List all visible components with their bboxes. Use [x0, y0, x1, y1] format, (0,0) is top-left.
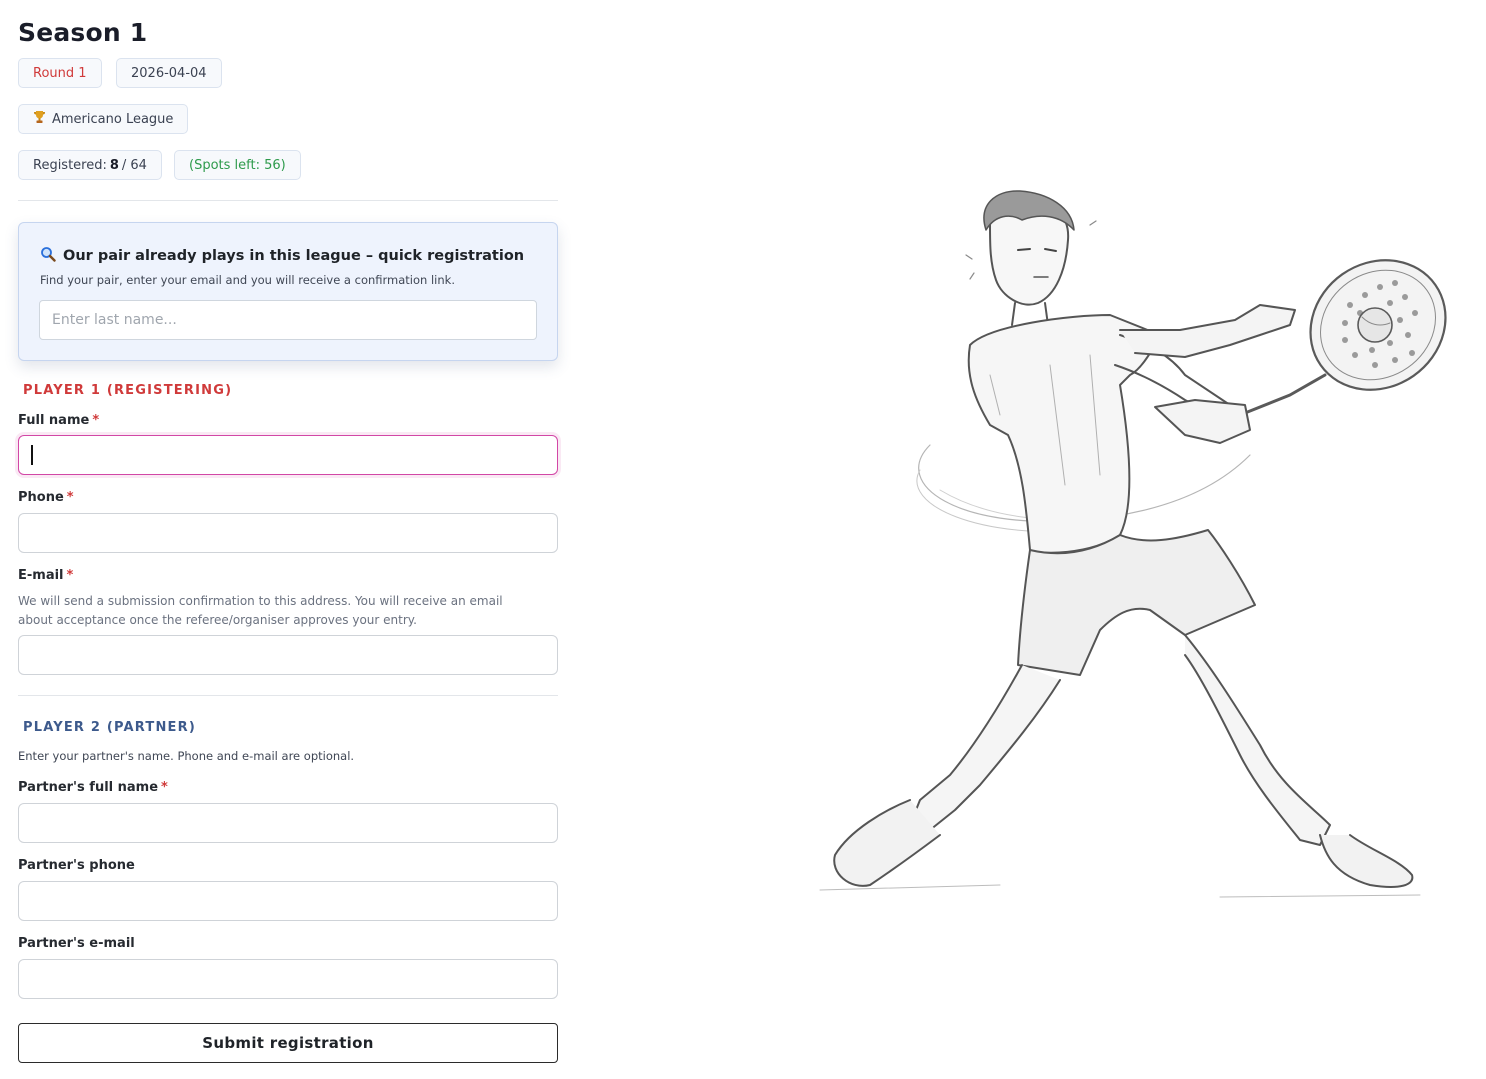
registered-count-badge: Registered: 8 / 64 — [18, 150, 162, 180]
full-name-input[interactable] — [18, 435, 558, 475]
quick-registration-card: Our pair already plays in this league – … — [18, 222, 558, 361]
page-title: Season 1 — [18, 18, 148, 47]
divider — [18, 695, 558, 696]
email-help-text: We will send a submission confirmation t… — [18, 594, 503, 627]
phone-label: Phone * — [18, 490, 74, 505]
player1-heading: PLAYER 1 (REGISTERING) — [23, 383, 233, 398]
last-name-search-input[interactable] — [39, 300, 537, 340]
email-label: E-mail * — [18, 568, 74, 583]
registered-total: 64 — [130, 157, 147, 173]
required-mark: * — [92, 413, 100, 428]
spots-left-badge: (Spots left: 56) — [174, 150, 301, 180]
submit-registration-button[interactable]: Submit registration — [18, 1023, 558, 1063]
quick-registration-subtitle: Find your pair, enter your email and you… — [40, 273, 455, 287]
required-mark: * — [66, 490, 74, 505]
text-caret — [31, 445, 33, 465]
registered-label: Registered: — [33, 157, 107, 173]
required-mark: * — [161, 780, 168, 795]
divider — [18, 200, 558, 201]
email-input[interactable] — [18, 635, 558, 675]
date-badge: 2026-04-04 — [116, 58, 222, 88]
full-name-label: Full name * — [18, 413, 100, 428]
league-name: Americano League — [52, 111, 174, 127]
registered-count: 8 — [109, 157, 119, 173]
player2-heading: PLAYER 2 (PARTNER) — [23, 720, 196, 735]
partner-full-name-input[interactable] — [18, 803, 558, 843]
round-badge: Round 1 — [18, 58, 102, 88]
player2-note: Enter your partner's name. Phone and e-m… — [18, 749, 355, 763]
padel-player-illustration — [790, 185, 1470, 915]
required-mark: * — [66, 568, 74, 583]
trophy-icon — [33, 110, 46, 128]
partner-full-name-label: Partner's full name * — [18, 780, 168, 795]
partner-phone-label: Partner's phone — [18, 858, 135, 873]
partner-phone-input[interactable] — [18, 881, 558, 921]
league-badge: Americano League — [18, 104, 189, 134]
quick-registration-title: Our pair already plays in this league – … — [40, 246, 524, 266]
magnifier-icon — [40, 246, 56, 266]
quick-registration-title-text: Our pair already plays in this league – … — [63, 248, 525, 264]
partner-email-label: Partner's e-mail — [18, 936, 135, 951]
phone-input[interactable] — [18, 513, 558, 553]
registered-separator: / — [121, 157, 127, 173]
partner-email-input[interactable] — [18, 959, 558, 999]
